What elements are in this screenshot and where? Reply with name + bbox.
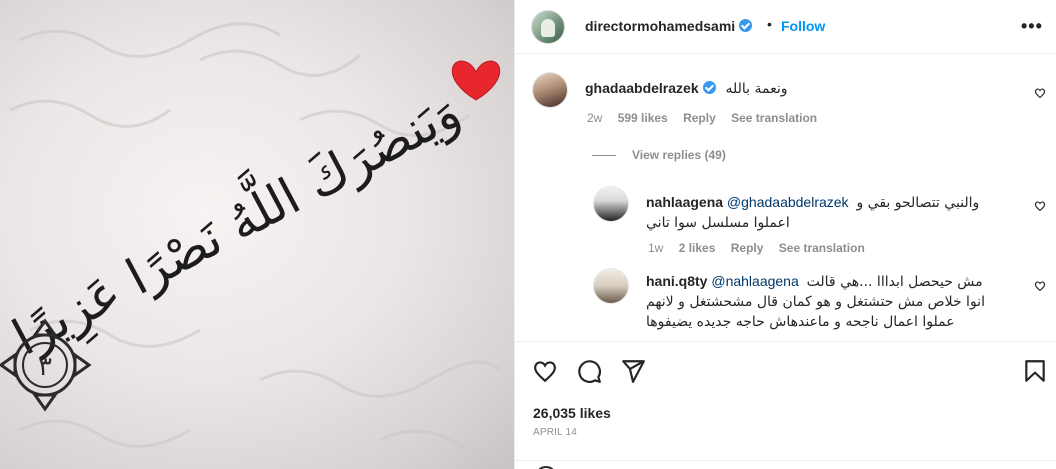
comment-icon[interactable] — [576, 358, 602, 384]
comment-text-row: اعملوا مسلسل سوا تاني — [646, 214, 790, 231]
comment-text-row: hani.q8ty @nahlaagena مش حيحصل ابدااا ..… — [646, 273, 983, 290]
verified-icon — [739, 19, 753, 32]
replies-divider — [592, 155, 616, 157]
quran-verse-graphic: وَيَنصُرَكَ اللَّهُ نَصْرًا عَزِيزًا ٣ — [0, 22, 514, 457]
separator-dot: • — [767, 16, 772, 32]
post-image[interactable]: وَيَنصُرَكَ اللَّهُ نَصْرًا عَزِيزًا ٣ — [0, 0, 514, 469]
comment-username[interactable]: nahlaagena — [646, 194, 723, 210]
comment-text: عملوا اعمال ناجحه و ماعندهاش حاجه جديده … — [646, 314, 955, 330]
see-translation-button[interactable]: See translation — [779, 241, 865, 255]
divider — [515, 460, 1056, 461]
comment-text-row: nahlaagena @ghadaabdelrazek والنبي تتصال… — [646, 194, 979, 211]
comment-text: مش حيحصل ابدااا ...هي قالت — [806, 274, 983, 290]
share-icon[interactable] — [620, 358, 646, 384]
post-header: directormohamedsami • Follow ••• — [515, 0, 1056, 53]
comment-text: اعملوا مسلسل سوا تاني — [646, 215, 790, 231]
comment-text: انوا خلاص مش حتشتغل و هو كمان قال مشحشتغ… — [646, 294, 985, 310]
see-translation-button[interactable]: See translation — [731, 111, 817, 125]
commenter-avatar[interactable] — [532, 72, 568, 108]
comment-username[interactable]: hani.q8ty — [646, 273, 707, 289]
more-icon[interactable]: ••• — [1021, 16, 1043, 37]
comment-text-row: عملوا اعمال ناجحه و ماعندهاش حاجه جديده … — [646, 313, 955, 330]
like-comment-heart-icon[interactable] — [1034, 87, 1046, 99]
comment-meta: 1w 2 likes Reply See translation — [648, 241, 877, 255]
likes-count[interactable]: 26,035 likes — [533, 405, 611, 421]
commenter-avatar[interactable] — [593, 186, 629, 222]
heart-icon[interactable] — [532, 358, 558, 384]
comment-username[interactable]: ghadaabdelrazek — [585, 80, 699, 96]
verse-number: ٣ — [38, 352, 52, 382]
comment-text: ونعمة بالله — [725, 81, 788, 97]
comment-meta: 2w 599 likes Reply See translation — [587, 111, 829, 125]
comment-time: 1w — [648, 241, 664, 255]
post-date: APRIL 14 — [533, 427, 578, 438]
like-comment-heart-icon[interactable] — [1034, 280, 1046, 292]
view-replies-label[interactable]: View replies (49) — [632, 148, 726, 162]
follow-button[interactable]: Follow — [781, 18, 825, 34]
view-replies-button[interactable]: View replies (49) — [592, 148, 726, 162]
verse-text: وَيَنصُرَكَ اللَّهُ نَصْرًا عَزِيزًا — [0, 68, 473, 373]
like-comment-heart-icon[interactable] — [1034, 200, 1046, 212]
reply-button[interactable]: Reply — [683, 111, 716, 125]
comment-text: والنبي تتصالحو بقي و — [856, 195, 980, 211]
author-username-text[interactable]: directormohamedsami — [585, 18, 735, 34]
comments-list[interactable]: ghadaabdelrazek ونعمة بالله 2w 599 likes… — [515, 53, 1056, 341]
comment-text-row: انوا خلاص مش حتشتغل و هو كمان قال مشحشتغ… — [646, 293, 985, 310]
author-username[interactable]: directormohamedsami — [585, 18, 753, 34]
comment-likes[interactable]: 599 likes — [618, 111, 668, 125]
post-detail-panel: directormohamedsami • Follow ••• ghadaab… — [514, 0, 1056, 469]
post-actions: 26,035 likes APRIL 14 — [515, 341, 1056, 469]
reply-button[interactable]: Reply — [731, 241, 764, 255]
comment-likes[interactable]: 2 likes — [679, 241, 716, 255]
bookmark-icon[interactable] — [1022, 358, 1048, 384]
heart-emoji-icon — [451, 60, 501, 101]
comment-time: 2w — [587, 111, 603, 125]
comment-mention[interactable]: @ghadaabdelrazek — [727, 194, 849, 210]
comment-mention[interactable]: @nahlaagena — [711, 273, 798, 289]
verified-icon — [702, 81, 716, 94]
commenter-avatar[interactable] — [593, 268, 629, 304]
comment-text-row: ghadaabdelrazek ونعمة بالله — [585, 80, 788, 97]
author-avatar[interactable] — [531, 10, 565, 44]
